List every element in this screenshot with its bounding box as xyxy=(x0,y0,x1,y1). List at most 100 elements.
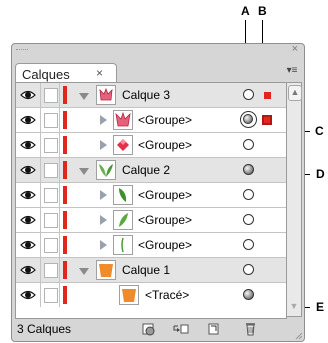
red-flower-icon xyxy=(99,87,113,101)
layer-color-bar xyxy=(63,261,67,279)
group-name[interactable]: <Groupe> xyxy=(138,113,192,127)
red-diamond-icon xyxy=(117,139,129,151)
collapse-triangle-icon[interactable] xyxy=(79,168,89,175)
create-sublayer-icon[interactable] xyxy=(172,321,190,337)
eye-icon xyxy=(20,190,36,200)
expand-triangle-icon[interactable] xyxy=(100,215,107,225)
target-icon-filled[interactable] xyxy=(243,289,254,300)
lock-toggle[interactable] xyxy=(41,258,60,282)
lock-toggle[interactable] xyxy=(41,133,60,157)
target-icon[interactable] xyxy=(243,239,254,250)
layer-name[interactable]: Calque 1 xyxy=(122,263,170,277)
expand-triangle-icon[interactable] xyxy=(100,240,107,250)
callout-d: D xyxy=(316,167,325,181)
layer-row-calque-2[interactable]: Calque 2 xyxy=(16,158,286,183)
lock-toggle[interactable] xyxy=(41,83,60,107)
layer-row-calque-1[interactable]: Calque 1 xyxy=(16,258,286,283)
path-row[interactable]: <Tracé> xyxy=(16,283,286,308)
eye-icon xyxy=(20,290,36,300)
group-name[interactable]: <Groupe> xyxy=(138,213,192,227)
callout-e: E xyxy=(316,300,325,314)
target-icon[interactable] xyxy=(243,139,254,150)
expand-triangle-icon[interactable] xyxy=(100,190,107,200)
titlebar-grip[interactable] xyxy=(16,49,28,51)
lock-box xyxy=(44,88,58,103)
layer-thumbnail xyxy=(96,85,116,105)
lock-toggle[interactable] xyxy=(41,208,60,232)
lock-toggle[interactable] xyxy=(41,283,60,307)
green-leaf-icon xyxy=(119,213,128,227)
lock-toggle[interactable] xyxy=(41,158,60,182)
selection-indicator[interactable] xyxy=(262,115,272,125)
make-clipping-mask-icon[interactable] xyxy=(140,321,158,337)
visibility-toggle[interactable] xyxy=(16,158,41,182)
sublayer-row[interactable]: <Groupe> xyxy=(16,183,286,208)
orange-pot-icon xyxy=(99,264,113,277)
scrollbar[interactable]: ▲ ▼ xyxy=(286,82,302,317)
visibility-toggle[interactable] xyxy=(16,233,41,257)
lock-box xyxy=(44,288,58,303)
eye-icon xyxy=(20,90,36,100)
selection-indicator[interactable] xyxy=(264,92,271,99)
target-icon[interactable] xyxy=(243,214,254,225)
target-icon[interactable] xyxy=(243,264,254,275)
visibility-toggle[interactable] xyxy=(16,283,41,307)
target-dot xyxy=(243,114,253,124)
panel-close-icon[interactable]: × xyxy=(292,43,298,55)
group-thumbnail xyxy=(113,135,133,155)
panel-titlebar[interactable]: × xyxy=(12,43,304,57)
collapse-triangle-icon[interactable] xyxy=(79,93,89,100)
layer-name[interactable]: Calque 3 xyxy=(122,88,170,102)
eye-icon xyxy=(20,115,36,125)
panel-footer: 3 Calques xyxy=(12,319,304,341)
lock-toggle[interactable] xyxy=(41,233,60,257)
target-icon-selected[interactable] xyxy=(240,111,257,128)
layers-list: Calque 3 <Groupe> <Groupe> Calque 2 <Gro… xyxy=(15,82,287,319)
visibility-toggle[interactable] xyxy=(16,133,41,157)
orange-pot-icon xyxy=(122,289,136,302)
layers-panel: × Calques × ▾≡ Calque 3 <Groupe> <Groupe… xyxy=(11,43,305,342)
layer-name[interactable]: Calque 2 xyxy=(122,163,170,177)
group-name[interactable]: <Groupe> xyxy=(138,138,192,152)
resize-grip-icon[interactable] xyxy=(295,332,303,340)
panel-menu-icon[interactable]: ▾≡ xyxy=(285,65,299,79)
lock-box xyxy=(44,138,58,153)
layer-count: 3 Calques xyxy=(17,322,72,336)
path-thumbnail xyxy=(119,285,139,305)
sublayer-row[interactable]: <Groupe> xyxy=(16,133,286,158)
visibility-toggle[interactable] xyxy=(16,83,41,107)
group-name[interactable]: <Groupe> xyxy=(138,238,192,252)
expand-triangle-icon[interactable] xyxy=(100,140,107,150)
collapse-triangle-icon[interactable] xyxy=(79,268,89,275)
scroll-up-icon[interactable]: ▲ xyxy=(288,85,302,101)
create-new-layer-icon[interactable] xyxy=(205,321,223,337)
delete-layer-icon[interactable] xyxy=(242,321,260,337)
target-icon[interactable] xyxy=(243,189,254,200)
lock-box xyxy=(44,238,58,253)
layer-color-bar xyxy=(63,211,67,229)
layer-row-calque-3[interactable]: Calque 3 xyxy=(16,83,286,108)
group-thumbnail xyxy=(113,110,133,130)
target-icon[interactable] xyxy=(243,89,254,100)
tab-calques[interactable]: Calques × xyxy=(15,63,117,84)
group-name[interactable]: <Groupe> xyxy=(138,188,192,202)
visibility-toggle[interactable] xyxy=(16,208,41,232)
lock-toggle[interactable] xyxy=(41,108,60,132)
sublayer-row[interactable]: <Groupe> xyxy=(16,208,286,233)
scroll-down-icon[interactable]: ▼ xyxy=(288,300,300,314)
tab-row: Calques × ▾≡ xyxy=(12,57,304,84)
lock-toggle[interactable] xyxy=(41,183,60,207)
path-name[interactable]: <Tracé> xyxy=(145,288,189,302)
sublayer-row[interactable]: <Groupe> xyxy=(16,108,286,133)
target-icon-filled[interactable] xyxy=(243,164,254,175)
layer-color-bar xyxy=(63,86,67,104)
visibility-toggle[interactable] xyxy=(16,108,41,132)
visibility-toggle[interactable] xyxy=(16,183,41,207)
green-leaves-icon xyxy=(99,164,113,177)
sublayer-row[interactable]: <Groupe> xyxy=(16,233,286,258)
group-thumbnail xyxy=(113,210,133,230)
expand-triangle-icon[interactable] xyxy=(100,115,107,125)
tab-close-icon[interactable]: × xyxy=(96,66,103,80)
eye-icon xyxy=(20,265,36,275)
visibility-toggle[interactable] xyxy=(16,258,41,282)
